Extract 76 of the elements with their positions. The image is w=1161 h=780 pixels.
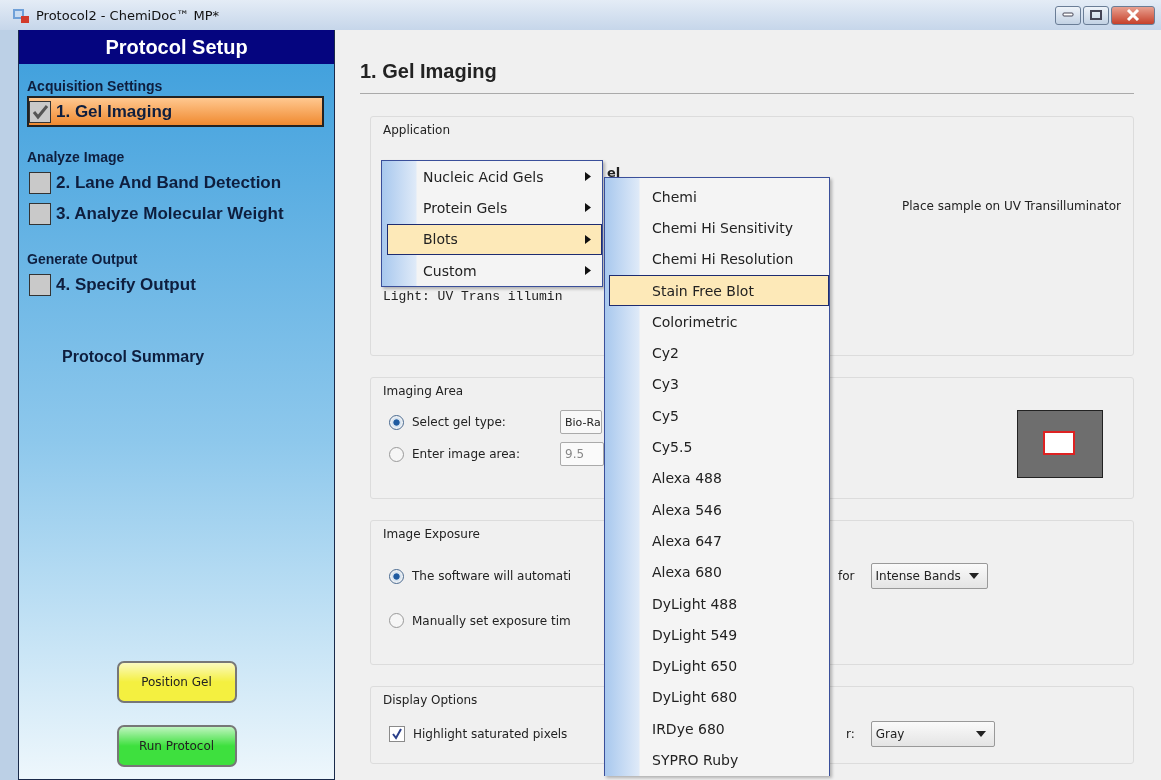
app-icon — [12, 6, 30, 24]
menu-item[interactable]: Cy5 — [643, 400, 829, 432]
menu-item[interactable]: Chemi — [643, 181, 829, 213]
step-item[interactable]: 2. Lane And Band Detection — [27, 167, 324, 198]
menu-item[interactable]: Cy2 — [643, 337, 829, 369]
instruction-text: Place sample on UV Transilluminator — [902, 199, 1121, 213]
section-title: Generate Output — [27, 251, 139, 267]
menu-item[interactable]: Blots — [387, 223, 602, 255]
option-label: Enter image area: — [412, 447, 522, 461]
gel-type-dropdown[interactable]: Bio-Ra — [560, 410, 602, 434]
image-area-field[interactable]: 9.5 — [560, 442, 604, 466]
menu-item[interactable]: Alexa 546 — [643, 493, 829, 526]
menu-item[interactable]: DyLight 680 — [643, 681, 829, 714]
option-label: Manually set exposure tim — [412, 613, 572, 628]
color-dropdown[interactable]: Gray — [870, 721, 995, 747]
menu-item[interactable]: Cy5.5 — [643, 431, 829, 463]
section-title: Analyze Image — [27, 149, 126, 165]
close-icon — [1126, 9, 1140, 21]
minimize-button[interactable] — [1055, 5, 1081, 25]
light-text: Light: UV Trans illumin — [383, 289, 563, 304]
radio-button[interactable] — [389, 568, 404, 584]
checkbox[interactable] — [389, 726, 405, 742]
application-label: el — [607, 165, 621, 180]
submenu-arrow-icon — [585, 234, 591, 244]
step-item[interactable]: 3. Analyze Molecular Weight — [27, 198, 324, 229]
color-label: r: — [846, 727, 855, 741]
submenu-arrow-icon — [585, 172, 591, 182]
menu-item[interactable]: SYPRO Ruby — [643, 744, 829, 776]
window-title: Protocol2 - ChemiDoc™ MP* — [36, 7, 219, 23]
menu-item[interactable]: Chemi Hi Resolution — [643, 243, 829, 275]
menu-item[interactable]: Cy3 — [643, 368, 829, 401]
section-title: Acquisition Settings — [27, 78, 164, 94]
group-title: Application — [383, 123, 451, 137]
menu-item[interactable]: Custom — [422, 254, 602, 287]
menu-item[interactable]: DyLight 488 — [643, 587, 829, 620]
radio-button[interactable] — [389, 446, 404, 462]
menu-item[interactable]: Nucleic Acid Gels — [422, 161, 602, 193]
option-label: The software will automati — [412, 569, 573, 583]
submenu-arrow-icon — [585, 266, 591, 276]
option-label: for — [838, 569, 855, 583]
menu-item[interactable]: Stain Free Blot — [609, 274, 829, 307]
menu-item[interactable]: IRDye 680 — [643, 713, 829, 745]
menu-item[interactable]: Protein Gels — [422, 192, 602, 224]
group-title: Display Options — [383, 693, 478, 707]
minimize-icon — [1062, 12, 1074, 18]
step-label: 1. Gel Imaging — [56, 101, 173, 122]
submenu-arrow-icon — [585, 203, 591, 213]
menu-item[interactable]: Alexa 680 — [643, 556, 829, 588]
checkbox-label: Highlight saturated pixels — [413, 727, 569, 741]
menu-item[interactable]: Colorimetric — [643, 306, 829, 338]
step-item[interactable]: 1. Gel Imaging — [27, 96, 324, 127]
sidebar-header: Protocol Setup — [19, 30, 334, 64]
step-label: 2. Lane And Band Detection — [56, 172, 282, 193]
action-button[interactable]: Position Gel — [116, 661, 237, 703]
group-title: Imaging Area — [383, 384, 464, 398]
menu-item[interactable]: Alexa 488 — [643, 462, 829, 494]
caret-icon — [975, 731, 986, 737]
menu-item[interactable]: Alexa 647 — [643, 525, 829, 557]
step-label: 3. Analyze Molecular Weight — [56, 203, 284, 224]
summary-title: Protocol Summary — [62, 348, 206, 366]
band-type-dropdown[interactable]: Intense Bands — [870, 563, 988, 589]
menu-item[interactable]: DyLight 650 — [643, 650, 829, 682]
menu-item[interactable]: DyLight 549 — [643, 619, 829, 651]
maximize-button[interactable] — [1083, 5, 1109, 25]
maximize-icon — [1090, 10, 1102, 20]
step-item[interactable]: 4. Specify Output — [27, 269, 324, 300]
radio-button[interactable] — [389, 414, 404, 430]
radio-button[interactable] — [389, 613, 404, 628]
group-title: Image Exposure — [383, 527, 480, 541]
step-label: 4. Specify Output — [56, 274, 196, 295]
menu-item[interactable]: Chemi Hi Sensitivity — [643, 212, 829, 244]
caret-icon — [968, 573, 979, 579]
page-heading: 1. Gel Imaging — [360, 60, 498, 83]
option-label: Select gel type: — [412, 415, 507, 429]
close-button[interactable] — [1111, 5, 1155, 25]
action-button[interactable]: Run Protocol — [116, 725, 237, 767]
